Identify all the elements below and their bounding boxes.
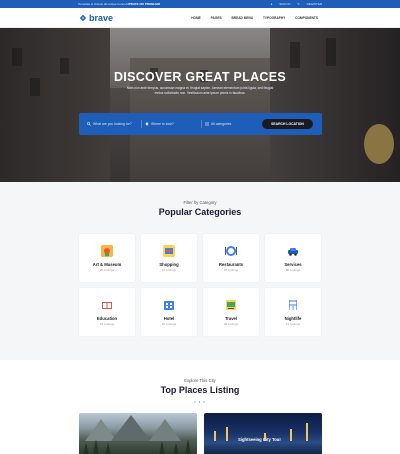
- city-light: [226, 427, 228, 441]
- hero-section: DISCOVER GREAT PLACES Nam non ante tempu…: [0, 28, 400, 182]
- logo-mark-icon: [79, 14, 87, 22]
- location-placeholder: Where to look?: [151, 122, 174, 126]
- category-count: 14 Listings: [285, 322, 301, 326]
- mountain-shape: [149, 419, 181, 441]
- category-placeholder: All categories: [211, 122, 232, 126]
- grid-icon: [205, 122, 209, 126]
- category-card-art-museum[interactable]: Art & Museum 26 Listings: [79, 234, 135, 282]
- category-select[interactable]: All categories: [205, 120, 260, 128]
- nav-components[interactable]: COMPONENTS: [295, 16, 318, 20]
- museum-icon: [101, 245, 113, 257]
- listing-section: Explore This City Top Places Listing • •…: [0, 360, 400, 454]
- categories-section: Filter by Category Popular Categories Ar…: [0, 182, 400, 360]
- register-label: REGISTER: [306, 2, 322, 6]
- category-name: Restaurants: [218, 262, 244, 267]
- category-count: 22 Listings: [223, 268, 239, 272]
- listing-card-tag: Sightseeing City Tour: [238, 437, 281, 442]
- category-count: 26 Listings: [99, 268, 115, 272]
- listing-card-mountains[interactable]: [79, 413, 197, 454]
- category-card-shopping[interactable]: Shopping 16 Listings: [141, 234, 197, 282]
- category-name: Art & Museum: [92, 262, 122, 267]
- nightlife-icon: [289, 300, 297, 310]
- hero-overlay: [0, 28, 400, 182]
- category-count: 80 Listings: [285, 268, 301, 272]
- city-light: [290, 429, 292, 441]
- search-icon: [87, 122, 91, 126]
- category-name: Nightlife: [284, 316, 302, 321]
- category-name: Services: [284, 262, 302, 267]
- keyword-field[interactable]: What are you looking for?: [87, 120, 142, 128]
- category-card-services[interactable]: Services 80 Listings: [265, 234, 321, 282]
- listing-eyebrow: Explore This City: [184, 378, 216, 383]
- nav-home[interactable]: HOME: [191, 16, 201, 20]
- keyword-placeholder: What are you looking for?: [93, 122, 132, 126]
- category-count: 26 Listings: [161, 322, 177, 326]
- tree-shape: [83, 443, 89, 454]
- shopping-icon: [163, 245, 175, 257]
- register-link[interactable]: ✎ REGISTER: [297, 2, 322, 6]
- category-card-restaurants[interactable]: Restaurants 22 Listings: [203, 234, 259, 282]
- category-count: 16 Listings: [99, 322, 115, 326]
- location-field[interactable]: Where to look?: [145, 120, 202, 128]
- travel-icon: [226, 300, 236, 310]
- tree-shape: [159, 441, 165, 454]
- hero-subtitle: Nam non ante tempus, accumsan magna et, …: [126, 86, 274, 95]
- tree-shape: [93, 439, 99, 454]
- category-count: 16 Listings: [161, 268, 177, 272]
- main-nav: HOME PAGES BREAD MENU TYPOGRAPHY COMPONE…: [182, 16, 318, 20]
- listing-title: Top Places Listing: [160, 385, 240, 395]
- promo-strong[interactable]: UPDATE NO PROBLEM: [127, 2, 160, 6]
- nav-typography[interactable]: TYPOGRAPHY: [263, 16, 285, 20]
- logo-text: brave: [89, 13, 114, 23]
- category-card-hotel[interactable]: Hotel 26 Listings: [141, 288, 197, 336]
- category-count: 42 Listings: [223, 322, 239, 326]
- category-name: Hotel: [163, 316, 175, 321]
- restaurant-icon: [225, 246, 237, 256]
- hotel-icon: [164, 301, 174, 310]
- city-light: [306, 423, 308, 441]
- categories-title: Popular Categories: [158, 207, 242, 217]
- category-card-education[interactable]: Education 16 Listings: [79, 288, 135, 336]
- promo-prefix: Template & Unlock all unique bonus: [78, 2, 126, 6]
- category-name: Shopping: [159, 262, 179, 267]
- top-bar: Template & Unlock all unique bonus UPDAT…: [0, 0, 400, 8]
- account-links: ● SIGN IN ✎ REGISTER: [265, 2, 322, 6]
- tree-shape: [105, 443, 111, 454]
- mountain-shape: [111, 415, 151, 441]
- hero-title: DISCOVER GREAT PLACES: [113, 70, 287, 84]
- sign-in-label: SIGN IN: [279, 2, 291, 6]
- promo-text: Template & Unlock all unique bonus UPDAT…: [78, 2, 160, 6]
- listing-card-city-tour[interactable]: Sightseeing City Tour: [204, 413, 322, 454]
- category-name: Education: [96, 316, 118, 321]
- search-bar: What are you looking for? Where to look?…: [79, 113, 322, 135]
- category-card-nightlife[interactable]: Nightlife 14 Listings: [265, 288, 321, 336]
- categories-eyebrow: Filter by Category: [183, 200, 217, 205]
- nav-bread-menu[interactable]: BREAD MENU: [231, 16, 253, 20]
- category-name: Travel: [224, 316, 238, 321]
- book-icon: [102, 302, 112, 309]
- nav-pages[interactable]: PAGES: [211, 16, 222, 20]
- location-pin-icon: [145, 122, 149, 126]
- tree-shape: [173, 443, 179, 454]
- site-header: brave HOME PAGES BREAD MENU TYPOGRAPHY C…: [0, 8, 400, 28]
- sign-in-link[interactable]: ● SIGN IN: [271, 2, 291, 6]
- car-icon: [288, 248, 298, 256]
- category-card-travel[interactable]: Travel 42 Listings: [203, 288, 259, 336]
- city-light: [214, 431, 216, 441]
- tree-shape: [185, 439, 191, 454]
- title-divider-dots: • • •: [194, 399, 206, 404]
- search-location-button[interactable]: SEARCH LOCATION: [262, 119, 313, 129]
- logo[interactable]: brave: [79, 13, 113, 23]
